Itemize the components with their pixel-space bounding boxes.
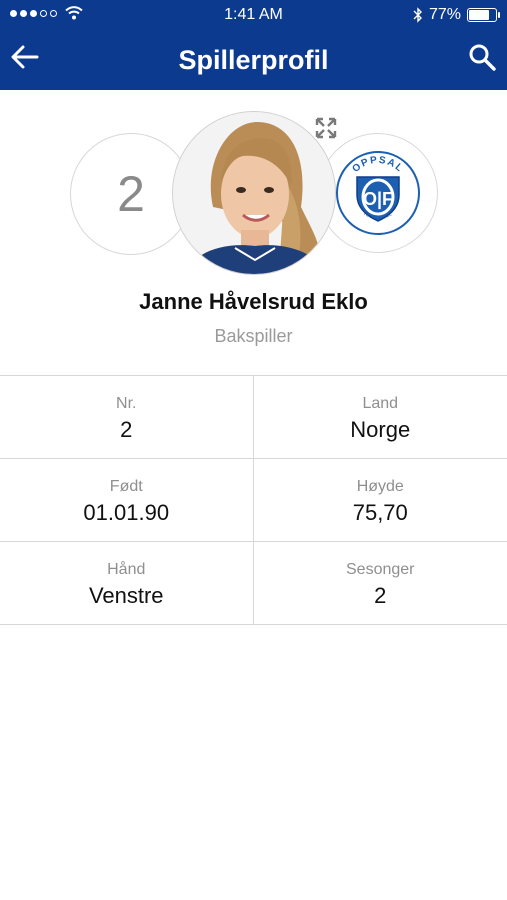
battery-icon [467,8,500,22]
team-crest-icon: OPPSAL HÅNDBALL O|F [336,151,420,235]
stat-value: 75,70 [352,500,408,525]
expand-icon[interactable] [315,117,337,139]
stat-label: Hånd [107,561,146,578]
player-photo [172,111,336,275]
player-name: Janne Håvelsrud Eklo [139,289,368,314]
app-header: 1:41 AM 77% Spillerprofil [0,0,507,90]
player-profile: 2 OPPSAL HÅNDBALL O|F [0,90,507,375]
stat-label: Nr. [116,395,137,412]
stat-label: Høyde [356,478,404,495]
stat-seasons: Sesonger 2 [254,542,507,624]
stat-value: 01.01.90 [83,500,170,525]
stat-country: Land Norge [254,376,507,458]
page-title: Spillerprofil [178,45,329,75]
stats-row: Hånd Venstre Sesonger 2 [0,542,507,625]
bluetooth-icon [413,7,422,23]
stat-value: Venstre [88,583,164,608]
stat-height: Høyde 75,70 [254,459,507,541]
stat-number: Nr. 2 [0,376,254,458]
status-right: 77% [413,6,500,24]
stat-value: Norge [350,417,411,442]
jersey-number: 2 [117,166,145,222]
stat-label: Sesonger [346,561,415,578]
logo-mark: O|F [363,189,393,209]
stat-hand: Hånd Venstre [0,542,254,624]
team-logo: OPPSAL HÅNDBALL O|F [318,133,438,253]
search-button[interactable] [465,40,499,74]
stat-label: Født [109,478,143,495]
stat-born: Født 01.01.90 [0,459,254,541]
stats-row: Født 01.01.90 Høyde 75,70 [0,459,507,542]
player-portrait-image [173,112,335,274]
stats-row: Nr. 2 Land Norge [0,376,507,459]
stat-label: Land [362,395,399,412]
stat-value: 2 [120,417,133,442]
navigation-bar: Spillerprofil [0,32,507,90]
stat-value: 2 [374,583,387,608]
status-bar: 1:41 AM 77% [0,0,507,32]
search-icon [469,44,496,71]
stats-table: Nr. 2 Land Norge Født 01.01.90 Høyde 75,… [0,375,507,625]
battery-percent: 77% [428,6,461,23]
player-position: Bakspiller [214,326,293,346]
